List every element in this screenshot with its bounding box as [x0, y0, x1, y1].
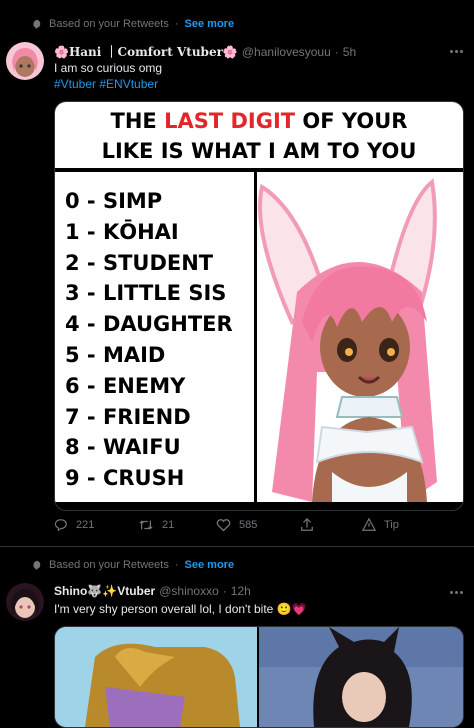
list-item: 0 - SIMP [65, 189, 163, 213]
list-item: 4 - DAUGHTER [65, 312, 233, 337]
handle[interactable]: @shinoxxo [159, 584, 219, 598]
avatar[interactable] [6, 42, 44, 80]
see-more-link[interactable]: See more [185, 559, 235, 571]
handle[interactable]: @hanilovesyouu [242, 45, 331, 59]
avatar[interactable] [6, 583, 44, 621]
share-button[interactable] [300, 518, 362, 532]
tip-button[interactable]: Tip [362, 518, 399, 532]
context-label: Based on your Retweets [49, 18, 169, 30]
tweet-text: I'm very shy person overall lol, I don't… [54, 602, 307, 616]
more-options-icon[interactable] [450, 589, 466, 595]
tweet-image[interactable]: THE LAST DIGIT OF YOUR LIKE IS WHAT I AM… [54, 101, 464, 511]
more-options-icon[interactable] [450, 48, 466, 54]
tweet-text: I am so curious omg [54, 61, 163, 75]
meme-list: 0 - SIMP 1 - KŌHAI 2 - STUDENT 3 - LITTL… [55, 172, 254, 494]
separator: · [174, 18, 179, 30]
retweet-count: 21 [162, 519, 175, 531]
separator: · [174, 559, 179, 571]
hashtags[interactable]: #Vtuber #ENVtuber [54, 76, 158, 92]
tweet-1[interactable]: Based on your Retweets · See more 🌸Hani … [0, 0, 474, 547]
separator: · [222, 584, 227, 598]
share-icon [301, 518, 313, 531]
list-item: 8 - WAIFU [65, 435, 181, 460]
reply-count: 221 [76, 519, 95, 531]
tip-label: Tip [384, 519, 399, 531]
list-item: 7 - FRIEND [65, 404, 191, 429]
list-item: 6 - ENEMY [65, 373, 186, 398]
divider [55, 168, 463, 171]
timestamp[interactable]: 12h [231, 584, 251, 598]
like-button[interactable]: 585 [216, 518, 300, 532]
tweet-header: 🌸Hani ｜Comfort Vtuber🌸 @hanilovesyouu · … [54, 43, 356, 60]
separator: · [334, 44, 339, 59]
image-left [55, 627, 257, 727]
heart-icon [216, 519, 231, 532]
image-right [259, 627, 463, 727]
character-illustration [257, 172, 463, 502]
meme-list-panel: 0 - SIMP 1 - KŌHAI 2 - STUDENT 3 - LITTL… [55, 172, 254, 502]
display-name[interactable]: Shino🐺✨Vtuber [54, 584, 155, 598]
retweet-icon [139, 520, 153, 530]
list-item: 5 - MAID [65, 342, 166, 367]
tweet-2[interactable]: Based on your Retweets · See more Shino🐺… [0, 547, 474, 728]
see-more-link[interactable]: See more [185, 18, 235, 30]
tweet-actions: 221 21 585 Tip [54, 518, 399, 532]
like-count: 585 [239, 519, 258, 531]
tweet-context: Based on your Retweets · See more [32, 18, 234, 30]
tip-icon [362, 518, 376, 531]
list-item: 1 - KŌHAI [65, 219, 179, 244]
reply-button[interactable]: 221 [54, 518, 138, 532]
reply-icon [54, 519, 67, 532]
tweet-context: Based on your Retweets · See more [32, 559, 234, 571]
context-label: Based on your Retweets [49, 559, 169, 571]
meme-title: THE LAST DIGIT OF YOUR LIKE IS WHAT I AM… [55, 102, 463, 170]
tweet-image[interactable] [54, 626, 464, 728]
display-name[interactable]: 🌸Hani ｜Comfort Vtuber🌸 [54, 43, 238, 60]
retweet-button[interactable]: 21 [138, 518, 216, 532]
bubble-icon [33, 560, 41, 570]
list-item: 3 - LITTLE SIS [65, 281, 227, 306]
tweet-header: Shino🐺✨Vtuber @shinoxxo · 12h [54, 584, 251, 598]
list-item: 2 - STUDENT [65, 250, 214, 275]
timestamp[interactable]: 5h [343, 45, 356, 59]
list-item: 9 - CRUSH [65, 466, 185, 491]
bubble-icon [33, 19, 41, 29]
